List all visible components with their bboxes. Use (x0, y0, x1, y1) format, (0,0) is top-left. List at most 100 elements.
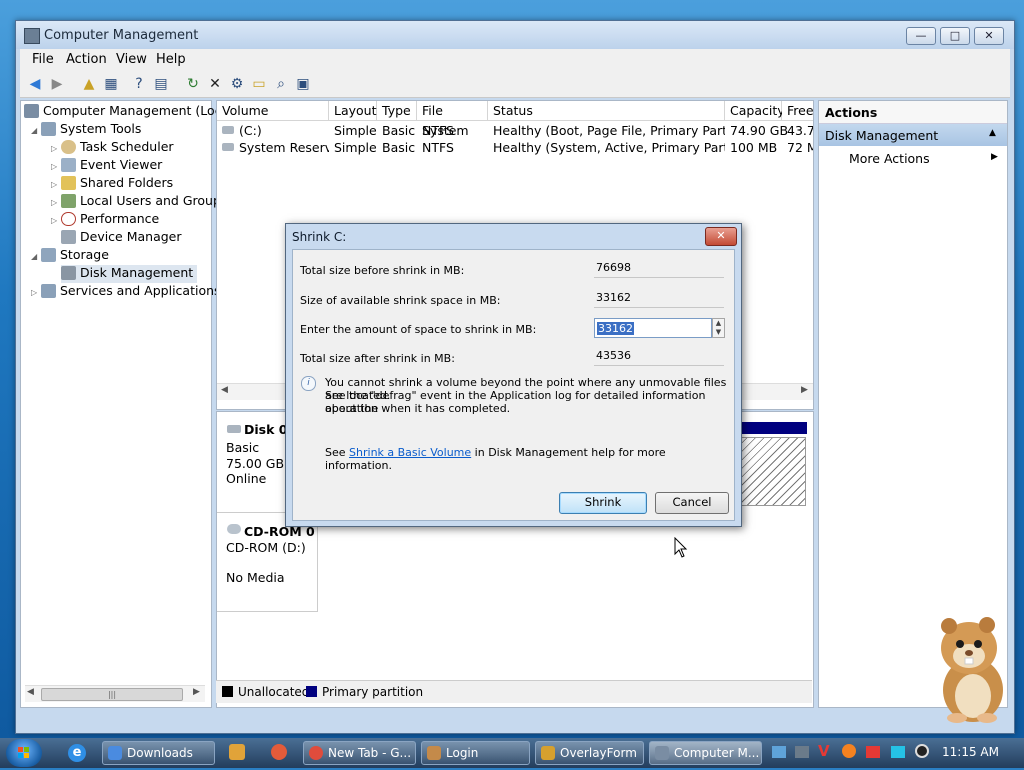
tree-horizontal-scrollbar[interactable]: ◀ ||| ▶ (25, 685, 205, 702)
expand-arrow-icon[interactable]: ▷ (51, 198, 61, 207)
taskbar: e Downloads New Tab - G... Login Overlay… (0, 738, 1024, 768)
column-header-file-system[interactable]: File System (417, 101, 488, 138)
cell-type: Basic (382, 140, 416, 155)
tree-item-performance[interactable]: ▷ Performance (51, 211, 159, 229)
tree-item-storage[interactable]: ◢ Storage (31, 247, 109, 265)
column-header-layout[interactable]: Layout (329, 101, 377, 121)
refresh-icon[interactable]: ↻ (184, 75, 202, 93)
search-icon[interactable]: ⌕ (272, 75, 290, 93)
title-bar[interactable]: Computer Management — □ ✕ (16, 21, 1014, 49)
properties-icon[interactable]: ▤ (152, 75, 170, 93)
partition-hatched-block[interactable] (738, 437, 806, 506)
scroll-right-icon[interactable]: ▶ (193, 687, 200, 697)
tray-flag-icon[interactable] (866, 746, 880, 758)
settings-icon[interactable]: ⚙ (228, 75, 246, 93)
column-header-status[interactable]: Status (488, 101, 725, 121)
device-manager-icon (61, 230, 76, 244)
help-icon[interactable]: ? (130, 75, 148, 93)
services-icon (41, 284, 56, 298)
table-row[interactable]: System Reserved Simple Basic NTFS Health… (217, 140, 813, 157)
media-player-icon[interactable] (229, 744, 245, 760)
start-button[interactable] (6, 739, 42, 767)
collapse-arrow-icon[interactable]: ◢ (31, 252, 41, 261)
up-folder-icon[interactable]: ▲ (80, 75, 98, 93)
expand-arrow-icon[interactable]: ▷ (51, 216, 61, 225)
action-more-actions[interactable]: More Actions ▶ (819, 149, 1007, 169)
tree-item-task-scheduler[interactable]: ▷ Task Scheduler (51, 139, 174, 157)
storage-icon (41, 248, 56, 262)
help-link-shrink-basic-volume[interactable]: Shrink a Basic Volume (349, 446, 471, 459)
performance-icon (61, 212, 76, 226)
disk-0-type: Basic (226, 440, 260, 455)
shrink-button[interactable]: Shrink (559, 492, 647, 514)
scroll-left-icon[interactable]: ◀ (27, 687, 34, 697)
menu-help[interactable]: Help (156, 52, 186, 67)
tray-antivirus-icon[interactable]: V (818, 742, 830, 760)
tree-item-device-manager[interactable]: Device Manager (61, 229, 182, 247)
event-viewer-icon (61, 158, 76, 172)
collapse-arrow-icon[interactable]: ◢ (31, 126, 41, 135)
tree-item-event-viewer[interactable]: ▷ Event Viewer (51, 157, 162, 175)
close-button[interactable]: ✕ (974, 27, 1004, 45)
table-row[interactable]: (C:) Simple Basic NTFS Healthy (Boot, Pa… (217, 123, 813, 140)
shrink-amount-input[interactable]: 33162 (594, 318, 712, 338)
tray-display-icon[interactable] (891, 746, 905, 758)
cdrom-icon (227, 524, 241, 534)
column-header-capacity[interactable]: Capacity (725, 101, 785, 121)
help-text: See Shrink a Basic Volume in Disk Manage… (325, 446, 666, 472)
forward-icon[interactable]: ▶ (48, 75, 66, 93)
actions-title: Actions (825, 105, 878, 120)
tray-device-icon[interactable] (795, 746, 809, 758)
taskbar-item-overlayform[interactable]: OverlayForm (535, 741, 644, 765)
cell-free: 43.7( (787, 123, 813, 138)
tree-item-local-users-and-groups[interactable]: ▷ Local Users and Groups (51, 193, 227, 211)
chrome-icon (309, 746, 323, 760)
scroll-right-icon[interactable]: ▶ (801, 385, 808, 395)
expand-arrow-icon[interactable]: ▷ (51, 180, 61, 189)
tray-volume-icon[interactable] (915, 744, 929, 758)
back-icon[interactable]: ◀ (26, 75, 44, 93)
dialog-title: Shrink C: (292, 230, 347, 244)
open-icon[interactable]: ▭ (250, 75, 268, 93)
cancel-button[interactable]: Cancel (655, 492, 729, 514)
submenu-arrow-icon: ▶ (991, 152, 998, 162)
scroll-thumb[interactable]: ||| (41, 688, 183, 701)
taskbar-item-new-tab[interactable]: New Tab - G... (303, 741, 416, 765)
cdrom-0-state: No Media (226, 570, 285, 585)
taskbar-item-downloads[interactable]: Downloads (102, 741, 215, 765)
delete-icon[interactable]: ✕ (206, 75, 224, 93)
scroll-left-icon[interactable]: ◀ (221, 385, 228, 395)
cdrom-0-label[interactable]: CD-ROM 0 CD-ROM (D:) No Media (217, 516, 318, 612)
tree-item-system-tools[interactable]: ◢ System Tools (31, 121, 141, 139)
expand-arrow-icon[interactable]: ▷ (31, 288, 41, 297)
show-hide-tree-icon[interactable]: ▦ (102, 75, 120, 93)
tree-item-services-and-applications[interactable]: ▷ Services and Applications (31, 283, 221, 301)
menu-file[interactable]: File (32, 52, 54, 67)
expand-arrow-icon[interactable]: ▷ (51, 144, 61, 153)
app-icon[interactable] (271, 744, 287, 760)
taskbar-item-login[interactable]: Login (421, 741, 530, 765)
cell-file-system: NTFS (422, 140, 454, 155)
export-icon[interactable]: ▣ (294, 75, 312, 93)
taskbar-clock[interactable]: 11:15 AM (942, 745, 999, 759)
minimize-button[interactable]: — (906, 27, 936, 45)
tree-root[interactable]: Computer Management (Local (24, 103, 233, 121)
column-header-type[interactable]: Type (377, 101, 417, 121)
expand-arrow-icon[interactable]: ▷ (51, 162, 61, 171)
tray-network-icon[interactable] (772, 746, 786, 758)
toolbar: ◀ ▶ ▲ ▦ ? ▤ ↻ ✕ ⚙ ▭ ⌕ ▣ (20, 71, 1010, 98)
column-header-volume[interactable]: Volume (217, 101, 329, 121)
actions-section-disk-management[interactable]: Disk Management ▲ (819, 124, 1007, 146)
collapse-up-icon[interactable]: ▲ (989, 128, 996, 138)
dialog-close-button[interactable]: ✕ (705, 227, 737, 246)
column-header-free[interactable]: Free (782, 101, 813, 121)
tray-app-icon[interactable] (842, 744, 856, 758)
taskbar-item-computer-management[interactable]: Computer M... (649, 741, 762, 765)
shrink-amount-stepper[interactable]: ▲ ▼ (712, 318, 725, 338)
tree-item-shared-folders[interactable]: ▷ Shared Folders (51, 175, 173, 193)
internet-explorer-icon[interactable]: e (68, 744, 86, 762)
maximize-button[interactable]: □ (940, 27, 970, 45)
tree-item-disk-management[interactable]: Disk Management (61, 265, 198, 283)
menu-view[interactable]: View (116, 52, 147, 67)
menu-action[interactable]: Action (66, 52, 107, 67)
